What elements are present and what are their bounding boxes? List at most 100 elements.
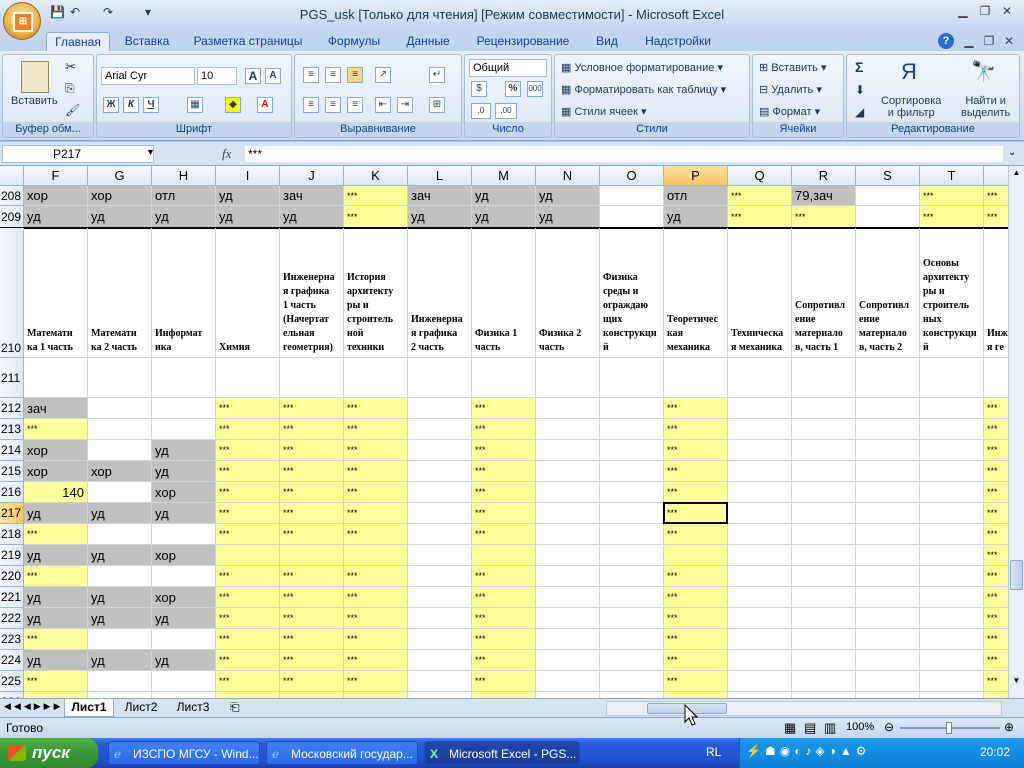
cell-R218[interactable] — [792, 524, 856, 545]
new-sheet-icon[interactable]: ⎗ — [230, 700, 240, 715]
cell-Q217[interactable] — [728, 503, 792, 524]
cell-L214[interactable] — [408, 440, 472, 461]
cell-J208[interactable]: зач — [280, 186, 344, 206]
orientation-icon[interactable]: ↗ — [375, 67, 391, 83]
cell-F209[interactable]: уд — [24, 206, 88, 228]
cell-L212[interactable] — [408, 398, 472, 419]
cell-S222[interactable] — [856, 608, 920, 629]
cell-M218[interactable]: *** — [472, 524, 536, 545]
cell-G225[interactable] — [88, 671, 152, 692]
cell-N224[interactable] — [536, 650, 600, 671]
cell-L225[interactable] — [408, 671, 472, 692]
cell-I225[interactable]: *** — [216, 671, 280, 692]
tab-review[interactable]: Рецензирование — [470, 32, 576, 52]
cell-L218[interactable] — [408, 524, 472, 545]
thousands-button[interactable]: 000 — [527, 81, 543, 97]
shrink-font-icon[interactable]: A — [265, 68, 281, 84]
cell-U212[interactable]: *** — [984, 398, 1008, 419]
cell-T211[interactable] — [920, 358, 984, 398]
cell-R222[interactable] — [792, 608, 856, 629]
column-header[interactable]: L — [408, 166, 472, 186]
cell-U221[interactable]: *** — [984, 587, 1008, 608]
cell-I211[interactable] — [216, 358, 280, 398]
cell-S214[interactable] — [856, 440, 920, 461]
cell-M208[interactable]: уд — [472, 186, 536, 206]
cell-S209[interactable] — [856, 206, 920, 228]
cell-Q216[interactable] — [728, 482, 792, 503]
cell-J210[interactable]: Инженерна я графика 1 часть (Начертат ел… — [280, 228, 344, 358]
column-header[interactable]: S — [856, 166, 920, 186]
cell-J217[interactable]: *** — [280, 503, 344, 524]
cell-N211[interactable] — [536, 358, 600, 398]
cell-R223[interactable] — [792, 629, 856, 650]
cell-Q210[interactable]: Техническа я механика — [728, 228, 792, 358]
cell-I210[interactable]: Химия — [216, 228, 280, 358]
cell-L223[interactable] — [408, 629, 472, 650]
cell-M222[interactable]: *** — [472, 608, 536, 629]
increase-indent-icon[interactable]: ⇥ — [397, 97, 413, 113]
cell-F225[interactable]: *** — [24, 671, 88, 692]
cell-H210[interactable]: Информат ика — [152, 228, 216, 358]
cell-U219[interactable]: *** — [984, 545, 1008, 566]
bold-button[interactable]: Ж — [103, 97, 119, 113]
tab-data[interactable]: Данные — [400, 32, 456, 52]
cell-J209[interactable]: уд — [280, 206, 344, 228]
cell-I219[interactable] — [216, 545, 280, 566]
cell-N212[interactable] — [536, 398, 600, 419]
cell-S224[interactable] — [856, 650, 920, 671]
cell-H219[interactable]: хор — [152, 545, 216, 566]
cell-Q224[interactable] — [728, 650, 792, 671]
cell-F217[interactable]: уд — [24, 503, 88, 524]
delete-cells-button[interactable]: ⊟ Удалить ▾ — [759, 83, 822, 96]
cell-H225[interactable] — [152, 671, 216, 692]
cell-I223[interactable]: *** — [216, 629, 280, 650]
underline-button[interactable]: Ч — [143, 97, 159, 113]
cell-H217[interactable]: уд — [152, 503, 216, 524]
cell-F221[interactable]: уд — [24, 587, 88, 608]
find-icon[interactable]: 🔭 — [971, 59, 996, 84]
cell-F212[interactable]: зач — [24, 398, 88, 419]
cell-N209[interactable]: уд — [536, 206, 600, 228]
normal-view-icon[interactable]: ▦ — [784, 720, 796, 736]
cell-U208[interactable]: *** — [984, 186, 1008, 206]
cell-N225[interactable] — [536, 671, 600, 692]
cell-P212[interactable]: *** — [664, 398, 728, 419]
row-header[interactable]: 220 — [0, 566, 24, 587]
page-break-view-icon[interactable]: ▥ — [824, 720, 836, 736]
scroll-down-icon[interactable]: ▼ — [1010, 676, 1023, 690]
page-layout-view-icon[interactable]: ▤ — [804, 720, 816, 736]
cell-G222[interactable]: уд — [88, 608, 152, 629]
expand-formula-icon[interactable]: ⌄ — [1008, 147, 1016, 158]
cell-O211[interactable] — [600, 358, 664, 398]
horizontal-scrollbar[interactable] — [606, 701, 1002, 716]
cell-S225[interactable] — [856, 671, 920, 692]
grow-font-icon[interactable]: A — [245, 68, 261, 84]
cell-N218[interactable] — [536, 524, 600, 545]
cell-U213[interactable]: *** — [984, 419, 1008, 440]
cell-O210[interactable]: Физика среды и ограждаю щих конструкци й — [600, 228, 664, 358]
cell-T215[interactable] — [920, 461, 984, 482]
cell-P216[interactable]: *** — [664, 482, 728, 503]
cell-S212[interactable] — [856, 398, 920, 419]
cell-Q218[interactable] — [728, 524, 792, 545]
name-box[interactable]: P217 — [2, 145, 154, 163]
cell-S215[interactable] — [856, 461, 920, 482]
cell-K218[interactable]: *** — [344, 524, 408, 545]
row-header[interactable]: 215 — [0, 461, 24, 482]
align-middle-icon[interactable]: ≡ — [325, 67, 341, 83]
zoom-level[interactable]: 100% — [846, 721, 874, 733]
cell-O219[interactable] — [600, 545, 664, 566]
cell-P210[interactable]: Теоретичес кая механика — [664, 228, 728, 358]
cell-O216[interactable] — [600, 482, 664, 503]
cell-Q222[interactable] — [728, 608, 792, 629]
cell-G212[interactable] — [88, 398, 152, 419]
cell-K220[interactable]: *** — [344, 566, 408, 587]
cell-M215[interactable]: *** — [472, 461, 536, 482]
office-button[interactable]: ⊞ — [3, 2, 41, 40]
cell-M220[interactable]: *** — [472, 566, 536, 587]
column-header[interactable]: H — [152, 166, 216, 186]
doc-restore-button[interactable]: ❐ — [978, 34, 1000, 50]
tray-icons[interactable]: ⚡☗◉◐♪◈◑▲⚙ — [746, 744, 871, 758]
wrap-text-icon[interactable]: ↵ — [429, 67, 445, 83]
cell-L215[interactable] — [408, 461, 472, 482]
